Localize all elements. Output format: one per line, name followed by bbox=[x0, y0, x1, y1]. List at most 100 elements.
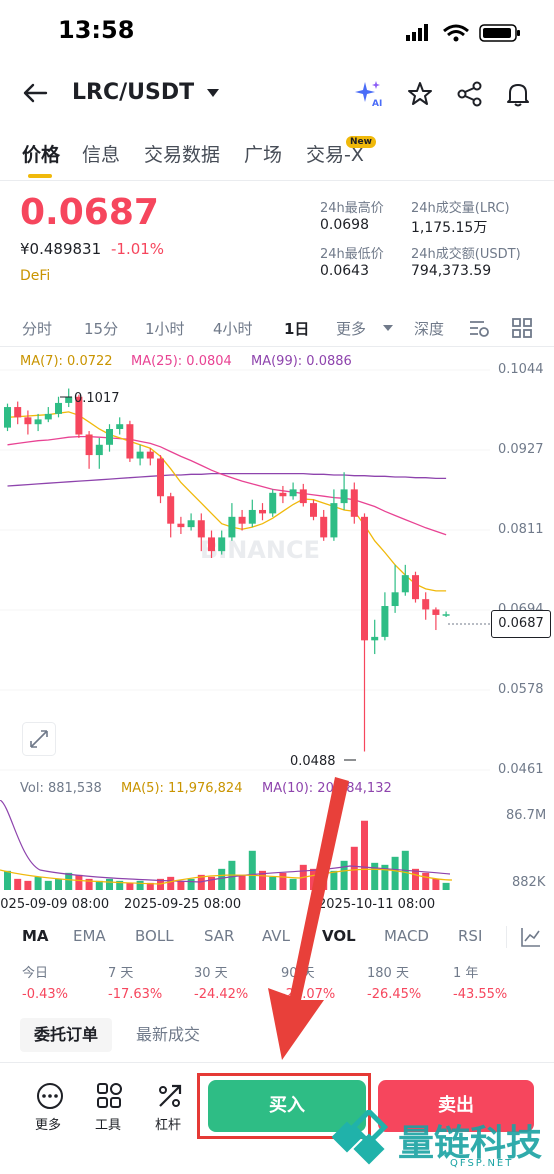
volume-bar bbox=[126, 882, 134, 890]
candle-body bbox=[55, 402, 62, 414]
interval-more[interactable]: 更多 bbox=[336, 318, 366, 339]
tools-label[interactable]: 工具 bbox=[95, 1114, 121, 1133]
indicator-settings-icon[interactable] bbox=[520, 926, 542, 948]
perf-value: -43.55% bbox=[453, 987, 508, 1002]
interval-15m[interactable]: 15分 bbox=[84, 318, 118, 339]
indicator-macd[interactable]: MACD bbox=[384, 927, 429, 945]
volume-bar bbox=[4, 870, 11, 890]
perf-label: 1 年 bbox=[453, 966, 479, 981]
high-value: 0.0698 bbox=[320, 217, 369, 233]
volume-bar bbox=[350, 846, 358, 890]
interval-depth[interactable]: 深度 bbox=[414, 318, 444, 339]
volume-bar bbox=[391, 856, 399, 890]
volume-bar bbox=[177, 880, 185, 890]
tab-info[interactable]: 信息 bbox=[82, 140, 120, 167]
candle-body bbox=[218, 537, 226, 552]
candle-body bbox=[34, 419, 42, 425]
volume-bar bbox=[238, 874, 246, 890]
volume-chart bbox=[0, 800, 453, 890]
divider bbox=[0, 1062, 554, 1063]
candle-body bbox=[65, 396, 73, 403]
candle-body bbox=[248, 509, 256, 524]
perf-label: 今日 bbox=[22, 966, 49, 981]
layout-grid-icon[interactable] bbox=[512, 318, 532, 338]
chart-settings-icon[interactable] bbox=[468, 318, 490, 338]
share-icon[interactable] bbox=[456, 80, 484, 108]
candle-body bbox=[422, 599, 430, 610]
volume-bar bbox=[432, 878, 440, 890]
vol-usdt-label: 24h成交额(USDT) bbox=[411, 247, 521, 262]
volume-bar bbox=[55, 878, 62, 890]
indicator-vol[interactable]: VOL bbox=[322, 927, 356, 945]
candle-body bbox=[299, 489, 307, 504]
perf-value: -26.45% bbox=[367, 987, 422, 1002]
ai-sparkle-icon[interactable]: AI bbox=[354, 80, 384, 108]
candle-body bbox=[187, 520, 195, 528]
binance-watermark: BINANCE bbox=[200, 536, 320, 564]
sector-tag[interactable]: DeFi bbox=[20, 268, 50, 284]
candle-body bbox=[85, 434, 93, 456]
indicator-rsi[interactable]: RSI bbox=[458, 927, 482, 945]
volume-bar bbox=[75, 874, 83, 890]
candle-body bbox=[146, 451, 154, 459]
indicator-ma[interactable]: MA bbox=[22, 927, 49, 945]
interval-timeshare[interactable]: 分时 bbox=[22, 318, 52, 339]
candle-body bbox=[361, 516, 368, 641]
tab-open-orders[interactable]: 委托订单 bbox=[20, 1018, 112, 1052]
more-icon[interactable] bbox=[36, 1082, 64, 1110]
candle-body bbox=[106, 429, 113, 445]
tab-active-indicator bbox=[28, 174, 52, 178]
high-label: 24h最高价 bbox=[320, 201, 384, 216]
volume-legend: Vol: 881,538 bbox=[20, 781, 102, 796]
fullscreen-expand-icon[interactable] bbox=[22, 722, 56, 756]
candle-body bbox=[44, 413, 52, 420]
tab-price[interactable]: 价格 bbox=[22, 140, 60, 167]
pair-title[interactable]: LRC/USDT bbox=[72, 80, 194, 105]
candle-body bbox=[259, 509, 266, 514]
candle-body bbox=[136, 451, 144, 459]
interval-1d[interactable]: 1日 bbox=[284, 318, 309, 339]
star-favorite-icon[interactable] bbox=[406, 80, 434, 108]
candle-body bbox=[391, 592, 399, 607]
tools-icon[interactable] bbox=[96, 1082, 124, 1110]
back-arrow-icon[interactable] bbox=[22, 82, 48, 104]
indicator-ema[interactable]: EMA bbox=[73, 927, 106, 945]
svg-text:0.1017: 0.1017 bbox=[74, 391, 120, 406]
leverage-icon[interactable] bbox=[156, 1082, 184, 1110]
indicator-boll[interactable]: BOLL bbox=[135, 927, 174, 945]
tab-trading-data[interactable]: 交易数据 bbox=[144, 140, 220, 167]
candle-body bbox=[412, 575, 419, 600]
volume-bar bbox=[289, 878, 297, 890]
volume-bar bbox=[44, 880, 52, 890]
date-label: 2025-09-09 08:00 bbox=[0, 897, 110, 912]
interval-4h[interactable]: 4小时 bbox=[213, 318, 253, 339]
volume-bar bbox=[269, 876, 277, 890]
brand-watermark-sub: QFSP.NET bbox=[450, 1158, 514, 1169]
volume-bar bbox=[136, 880, 144, 890]
candle-body bbox=[116, 424, 124, 430]
pair-dropdown-icon[interactable] bbox=[206, 88, 220, 98]
leverage-label[interactable]: 杠杆 bbox=[155, 1114, 181, 1133]
candle-body bbox=[177, 523, 185, 528]
indicator-avl[interactable]: AVL bbox=[262, 927, 290, 945]
candlestick-chart[interactable]: BINANCE 0.1017 0.0488 bbox=[0, 360, 490, 780]
bell-alert-icon[interactable] bbox=[504, 80, 532, 108]
candle-body bbox=[157, 458, 164, 497]
price-axis-label: 0.0927 bbox=[498, 442, 544, 457]
more-dropdown-icon[interactable] bbox=[382, 324, 394, 332]
divider bbox=[506, 926, 507, 948]
more-label[interactable]: 更多 bbox=[35, 1114, 61, 1133]
svg-text:AI: AI bbox=[372, 99, 382, 108]
candle-body bbox=[24, 417, 32, 425]
tab-recent-trades[interactable]: 最新成交 bbox=[136, 1018, 200, 1052]
perf-label: 180 天 bbox=[367, 966, 409, 981]
interval-1h[interactable]: 1小时 bbox=[145, 318, 185, 339]
volume-ma10-legend: MA(10): 20,184,132 bbox=[262, 781, 392, 796]
tab-square[interactable]: 广场 bbox=[244, 140, 282, 167]
divider bbox=[0, 180, 554, 181]
volume-axis-top: 86.7M bbox=[506, 808, 547, 823]
vol-lrc-label: 24h成交量(LRC) bbox=[411, 201, 510, 216]
volume-bar bbox=[106, 878, 113, 890]
candle-body bbox=[4, 407, 11, 428]
indicator-sar[interactable]: SAR bbox=[204, 927, 234, 945]
